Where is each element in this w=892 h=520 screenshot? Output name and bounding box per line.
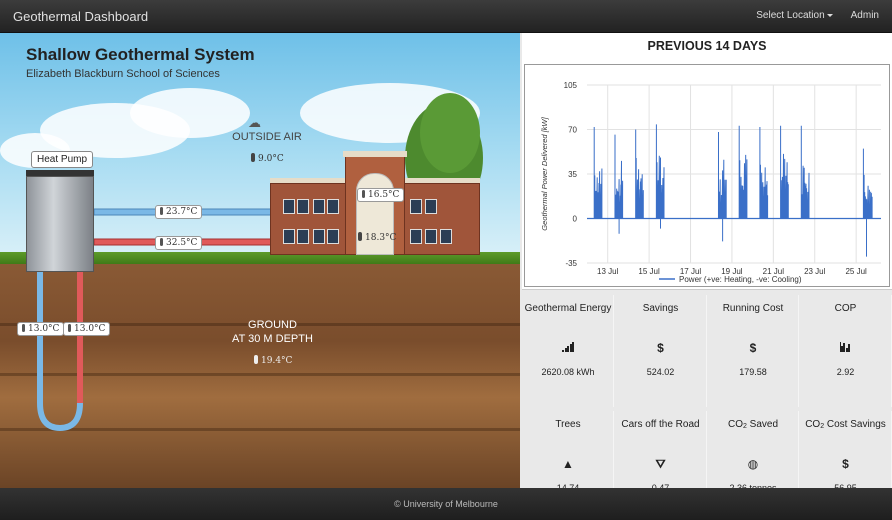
footer: © University of Melbourne	[0, 488, 892, 520]
y-tick-label: 35	[568, 170, 577, 179]
brand-link[interactable]: Geothermal Dashboard	[13, 9, 148, 24]
window	[425, 229, 437, 244]
right-panel: PREVIOUS 14 DAYS -35 0 35 70 105 13 Jul 15 Jul…	[522, 33, 892, 520]
chart-heading: PREVIOUS 14 DAYS	[647, 39, 767, 53]
tree	[420, 93, 480, 173]
thermometer-icon	[362, 190, 365, 198]
x-tick-label: 13 Jul	[597, 267, 619, 276]
power-burst	[862, 148, 873, 219]
ground-temp-reading: 19.4°C	[254, 355, 292, 366]
metric-value: 179.58	[739, 367, 767, 377]
legend-label: Power (+ve: Heating, -ve: Cooling)	[679, 275, 802, 284]
ground-loop-cold	[37, 269, 83, 432]
metrics-grid: Geothermal Energy 2620.08 kWh Savings $524.…	[522, 295, 892, 520]
ground-label-line1: GROUND	[248, 319, 297, 331]
power-burst	[655, 124, 665, 219]
window	[297, 199, 309, 214]
window	[283, 199, 295, 214]
metric-value: 2620.08 kWh	[541, 367, 595, 377]
metric-title: Geothermal Energy	[524, 303, 612, 314]
window	[327, 229, 339, 244]
return-pipe-temp: 32.5°C	[155, 236, 203, 250]
tower-roof	[343, 151, 407, 157]
y-tick-label: -35	[565, 259, 577, 268]
metric-card: COP 2.92	[799, 295, 892, 407]
metric-value: 2.92	[836, 367, 855, 377]
window	[440, 229, 452, 244]
window	[327, 199, 339, 214]
chart-frame: -35 0 35 70 105 13 Jul 15 Jul 17 Jul 19 Jul 21 Ju…	[524, 64, 890, 287]
power-burst	[593, 126, 603, 219]
road-icon: ⛛	[655, 457, 666, 471]
metric-title: Savings	[642, 303, 679, 314]
metric-title-subscript: 2	[742, 423, 747, 430]
tree-icon: ▲	[562, 457, 574, 471]
thermometer-icon	[160, 238, 163, 246]
power-burst	[614, 134, 624, 219]
metric-title: Trees	[555, 419, 581, 430]
power-burst	[780, 125, 789, 219]
ground-label: GROUND AT 30 M DEPTH	[215, 318, 330, 346]
metric-title-subscript: 2	[820, 423, 825, 430]
loop-right-temp: 13.0°C	[63, 322, 111, 336]
thermometer-icon	[254, 355, 258, 364]
metric-title: COP	[834, 303, 857, 314]
building-lower-temp: 18.3°C	[358, 232, 396, 243]
window	[410, 199, 422, 214]
window	[297, 229, 309, 244]
thermometer-icon	[68, 324, 71, 332]
y-axis-label: Geothermal Power Delivered [kW]	[540, 116, 549, 230]
metric-value: 524.02	[646, 367, 675, 377]
power-chart[interactable]: -350357010513 Jul 15 Jul 17 Jul 19 Jul 21 Ju…	[525, 65, 889, 286]
dollar-icon: $	[842, 457, 849, 471]
window	[313, 199, 325, 214]
globe-icon: ◍	[747, 457, 759, 471]
x-tick-label: 25 Jul	[845, 267, 867, 276]
power-burst	[759, 126, 769, 219]
x-tick-label: 23 Jul	[804, 267, 826, 276]
power-burst	[800, 125, 810, 219]
signal-icon	[522, 341, 614, 355]
admin-menu[interactable]: Admin	[851, 10, 879, 21]
heat-pump-unit	[26, 176, 94, 272]
supply-pipe-temp: 23.7°C	[155, 205, 203, 219]
y-tick-label: 105	[564, 81, 578, 90]
power-burst	[717, 131, 727, 219]
heat-pump-label: Heat Pump	[31, 151, 94, 168]
window	[425, 199, 437, 214]
chart-card: PREVIOUS 14 DAYS -35 0 35 70 105 13 Jul 15 Jul…	[522, 33, 892, 290]
loop-left-temp: 13.0°C	[17, 322, 65, 336]
select-location-dropdown[interactable]: Select Location	[756, 10, 833, 21]
geothermal-scene: Shallow Geothermal System Elizabeth Blac…	[0, 33, 520, 488]
dollar-icon: $	[657, 341, 664, 355]
metric-title: Cars off the Road	[621, 419, 700, 430]
caret-down-icon	[826, 13, 833, 17]
top-navbar: Geothermal Dashboard Select Location Adm…	[0, 0, 892, 33]
metric-card: Geothermal Energy 2620.08 kWh	[522, 295, 614, 407]
window	[283, 229, 295, 244]
metric-title: CO2 Cost Savings	[805, 419, 886, 430]
power-burst	[738, 125, 748, 219]
dollar-icon: $	[749, 341, 757, 355]
metric-card: Running Cost $179.58	[707, 295, 799, 407]
thermometer-icon	[358, 232, 362, 241]
thermometer-icon	[160, 207, 163, 215]
metric-card: Savings $524.02	[614, 295, 707, 407]
window	[313, 229, 325, 244]
window	[410, 229, 422, 244]
bar-chart-icon	[800, 341, 892, 355]
metric-title: Running Cost	[722, 303, 784, 314]
thermometer-icon	[22, 324, 25, 332]
ground-label-line2: AT 30 M DEPTH	[232, 333, 313, 345]
building-upper-temp: 16.5°C	[357, 188, 405, 202]
y-tick-label: 0	[573, 215, 578, 224]
y-tick-label: 70	[568, 126, 577, 135]
metric-title: CO2 Saved	[727, 419, 779, 430]
x-tick-label: 15 Jul	[638, 267, 660, 276]
